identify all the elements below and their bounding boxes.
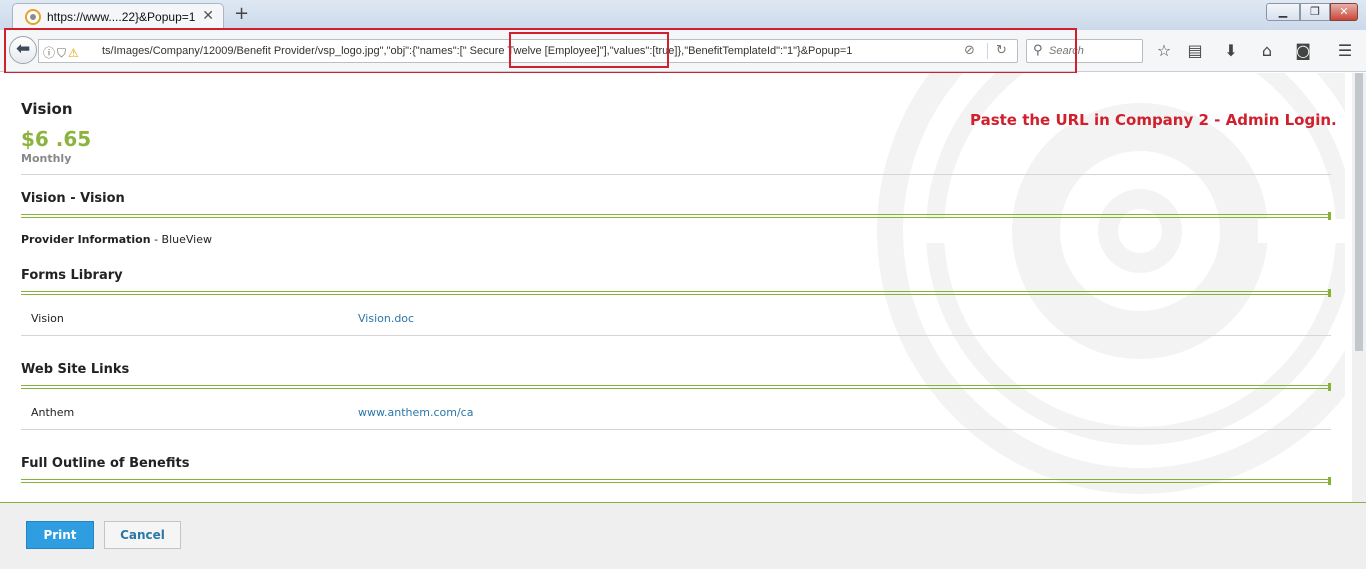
tab-strip: https://www....22}&Popup=1 ✕ + ▁ ❐ ✕ [0, 0, 1366, 30]
section-rule [21, 212, 1331, 220]
plan-price: $6 .65 [21, 127, 92, 151]
tab-title: https://www....22}&Popup=1 [47, 10, 196, 24]
annotation-text: Paste the URL in Company 2 - Admin Login… [970, 111, 1337, 129]
reader-view-icon[interactable]: ⊘ [964, 43, 975, 58]
row-divider [21, 335, 1331, 336]
home-icon[interactable]: ⌂ [1256, 40, 1278, 62]
vertical-scrollbar[interactable] [1352, 73, 1366, 502]
provider-label: Provider Information [21, 233, 151, 246]
section-title-outline: Full Outline of Benefits [21, 456, 190, 471]
section-rule [21, 383, 1331, 391]
divider [21, 174, 1331, 175]
pocket-icon[interactable]: ◙ [1292, 40, 1314, 62]
window-restore-button[interactable]: ❐ [1300, 3, 1330, 21]
close-icon: ✕ [1339, 5, 1349, 18]
provider-information: Provider Information - BlueView [21, 233, 212, 246]
window-minimize-button[interactable]: ▁ [1266, 3, 1300, 21]
form-link[interactable]: Vision.doc [358, 312, 414, 325]
reload-icon[interactable]: ↻ [996, 43, 1007, 58]
url-bar[interactable]: ⓘ⛉⚠ ts/Images/Company/12009/Benefit Prov… [38, 39, 1018, 63]
provider-value: - BlueView [150, 233, 212, 246]
print-button[interactable]: Print [26, 521, 94, 549]
search-input[interactable] [1049, 43, 1139, 59]
row-divider [21, 429, 1331, 430]
plan-period: Monthly [21, 152, 72, 165]
section-rule [21, 477, 1331, 485]
identity-icons[interactable]: ⓘ⛉⚠ [43, 44, 81, 61]
website-link[interactable]: www.anthem.com/ca [358, 406, 473, 419]
restore-icon: ❐ [1310, 5, 1320, 18]
back-arrow-icon: ⬅ [16, 39, 31, 59]
page-content: Vision $6 .65 Monthly Paste the URL in C… [0, 73, 1352, 502]
reading-list-icon[interactable]: ▤ [1184, 40, 1206, 62]
url-divider [987, 43, 988, 59]
window-close-button[interactable]: ✕ [1330, 3, 1358, 21]
section-title-vision: Vision - Vision [21, 191, 125, 206]
search-box[interactable]: ⚲ [1026, 39, 1143, 63]
download-icon[interactable]: ⬇ [1220, 40, 1242, 62]
minimize-icon: ▁ [1278, 5, 1288, 18]
back-button[interactable]: ⬅ [9, 36, 37, 64]
hamburger-menu-icon[interactable]: ☰ [1334, 40, 1356, 62]
shield-icon[interactable]: ⛉ [57, 46, 68, 60]
nav-bar: ⬅ ⓘ⛉⚠ ts/Images/Company/12009/Benefit Pr… [0, 30, 1366, 72]
section-title-forms: Forms Library [21, 268, 123, 283]
url-text[interactable]: ts/Images/Company/12009/Benefit Provider… [102, 45, 852, 57]
search-icon: ⚲ [1033, 43, 1043, 58]
tab-close-icon[interactable]: ✕ [202, 8, 214, 24]
site-favicon-icon [25, 9, 41, 25]
dialog-footer: Print Cancel [0, 502, 1366, 569]
cancel-button[interactable]: Cancel [104, 521, 181, 549]
scrollbar-thumb[interactable] [1355, 73, 1363, 351]
new-tab-button[interactable]: + [234, 5, 249, 23]
section-rule [21, 289, 1331, 297]
lock-warning-icon[interactable]: ⚠ [68, 46, 81, 60]
browser-tab[interactable]: https://www....22}&Popup=1 ✕ [12, 3, 224, 30]
watermark-logo [877, 73, 1345, 494]
plan-title: Vision [21, 100, 73, 118]
bookmark-star-icon[interactable]: ☆ [1153, 40, 1175, 62]
info-icon[interactable]: ⓘ [43, 46, 57, 60]
section-title-links: Web Site Links [21, 362, 130, 377]
form-name: Vision [31, 312, 64, 325]
link-name: Anthem [31, 406, 75, 419]
